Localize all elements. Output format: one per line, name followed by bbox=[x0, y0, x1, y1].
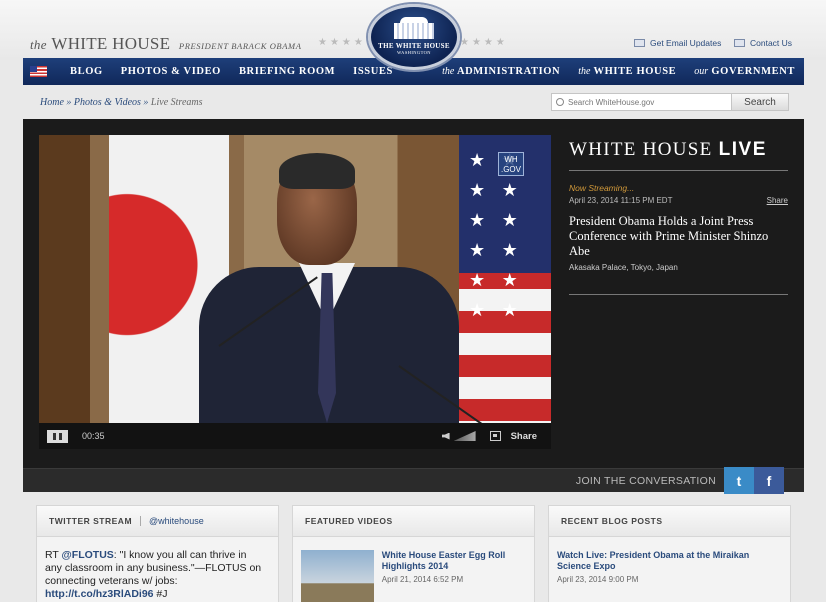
search-button[interactable]: Search bbox=[732, 93, 789, 111]
join-conversation-bar: JOIN THE CONVERSATION t f bbox=[23, 467, 804, 494]
nav-our-government[interactable]: our GOVERNMENT bbox=[685, 66, 804, 77]
breadcrumb: Home » Photos & Videos » Live Streams bbox=[40, 97, 203, 108]
twitter-icon[interactable]: t bbox=[724, 467, 754, 494]
now-streaming-label: Now Streaming... bbox=[569, 183, 635, 193]
player-controls: 00:35 Share bbox=[39, 423, 551, 449]
brand-name: WHITE HOUSE bbox=[51, 34, 171, 53]
recent-blog-posts-heading: RECENT BLOG POSTS bbox=[549, 506, 790, 537]
stream-location: Akasaka Palace, Tokyo, Japan bbox=[569, 263, 678, 272]
video-date: April 21, 2014 6:52 PM bbox=[381, 575, 464, 584]
player-time: 00:35 bbox=[82, 431, 105, 441]
tweet-mention-link[interactable]: @FLOTUS bbox=[62, 549, 114, 561]
contact-us-link[interactable]: Contact Us bbox=[734, 38, 792, 48]
site-brand[interactable]: the WHITE HOUSE PRESIDENT BARACK OBAMA bbox=[30, 34, 302, 54]
fullscreen-icon[interactable] bbox=[489, 431, 501, 441]
breadcrumb-photos-videos[interactable]: Photos & Videos bbox=[74, 97, 141, 108]
join-conversation-label: JOIN THE CONVERSATION bbox=[575, 475, 716, 487]
video-frame[interactable]: ★ ★ ★ ★ ★ ★ ★ ★ ★ ★ ★ ★ WH .GOV bbox=[39, 135, 551, 423]
list-item[interactable]: Watch Live: President Obama at the Mirai… bbox=[549, 537, 790, 584]
volume-slider[interactable] bbox=[453, 431, 476, 441]
nav-blog[interactable]: BLOG bbox=[61, 66, 112, 77]
search-icon bbox=[556, 98, 564, 106]
nav-the-administration[interactable]: the ADMINISTRATION bbox=[433, 66, 569, 77]
speaker-image bbox=[199, 153, 459, 423]
twitter-stream-heading: TWITTER STREAM bbox=[49, 516, 133, 526]
list-item[interactable]: White House Easter Egg Roll Highlights 2… bbox=[293, 537, 534, 602]
volume-control[interactable] bbox=[441, 431, 476, 441]
breadcrumb-home[interactable]: Home bbox=[40, 97, 64, 108]
stream-datetime: April 23, 2014 11:15 PM EDT bbox=[569, 196, 673, 205]
recent-blog-posts-card: RECENT BLOG POSTS Watch Live: President … bbox=[548, 505, 791, 602]
live-share-link[interactable]: Share bbox=[767, 196, 788, 205]
wh-gov-badge: WH .GOV bbox=[498, 152, 524, 176]
speaker-icon bbox=[441, 432, 450, 440]
white-house-icon bbox=[394, 17, 434, 39]
site-search: Search bbox=[551, 93, 789, 111]
brand-president: PRESIDENT BARACK OBAMA bbox=[178, 41, 302, 51]
divider bbox=[569, 170, 788, 171]
tweet-link[interactable]: http://t.co/hz3RlADi96 bbox=[45, 588, 154, 600]
speech-bubble-icon bbox=[734, 39, 745, 47]
breadcrumb-current: Live Streams bbox=[150, 97, 203, 108]
video-title-link[interactable]: White House Easter Egg Roll Highlights 2… bbox=[382, 550, 534, 572]
nav-issues[interactable]: ISSUES bbox=[344, 66, 402, 77]
nav-briefing-room[interactable]: BRIEFING ROOM bbox=[230, 66, 344, 77]
email-updates-link[interactable]: Get Email Updates bbox=[634, 38, 721, 48]
facebook-icon[interactable]: f bbox=[754, 467, 784, 494]
twitter-stream-card: TWITTER STREAM @whitehouse RT @FLOTUS: "… bbox=[36, 505, 279, 602]
nav-the-white-house[interactable]: the WHITE HOUSE bbox=[569, 66, 685, 77]
featured-videos-card: FEATURED VIDEOS White House Easter Egg R… bbox=[292, 505, 535, 602]
nav-photos-video[interactable]: PHOTOS & VIDEO bbox=[112, 66, 230, 77]
blog-post-date: April 23, 2014 9:00 PM bbox=[557, 575, 639, 584]
featured-videos-heading: FEATURED VIDEOS bbox=[293, 506, 534, 537]
live-info: WHITE HOUSE LIVE Now Streaming... April … bbox=[569, 139, 788, 295]
stream-headline[interactable]: President Obama Holds a Joint Press Conf… bbox=[569, 214, 788, 259]
player-share-button[interactable]: Share bbox=[511, 431, 537, 442]
envelope-icon bbox=[634, 39, 645, 47]
tweet: RT @FLOTUS: "I know you all can thrive i… bbox=[45, 549, 262, 600]
decorative-stars-right: ★★★★ bbox=[460, 37, 508, 48]
pause-button[interactable] bbox=[47, 429, 68, 443]
live-stream-panel: ★ ★ ★ ★ ★ ★ ★ ★ ★ ★ ★ ★ WH .GOV 00:35 Sh… bbox=[23, 119, 804, 494]
twitter-handle-link[interactable]: @whitehouse bbox=[140, 516, 204, 526]
white-house-seal-logo[interactable]: THE WHITE HOUSE WASHINGTON bbox=[368, 4, 460, 70]
decorative-stars-left: ★★★★ bbox=[318, 37, 366, 48]
blog-post-title-link[interactable]: Watch Live: President Obama at the Mirai… bbox=[557, 550, 780, 572]
video-player[interactable]: ★ ★ ★ ★ ★ ★ ★ ★ ★ ★ ★ ★ WH .GOV 00:35 Sh… bbox=[39, 135, 551, 449]
video-thumbnail[interactable] bbox=[301, 550, 374, 602]
search-input[interactable] bbox=[568, 97, 718, 107]
live-title: WHITE HOUSE LIVE bbox=[569, 139, 767, 160]
divider bbox=[569, 294, 788, 295]
us-flag-icon bbox=[30, 66, 47, 77]
